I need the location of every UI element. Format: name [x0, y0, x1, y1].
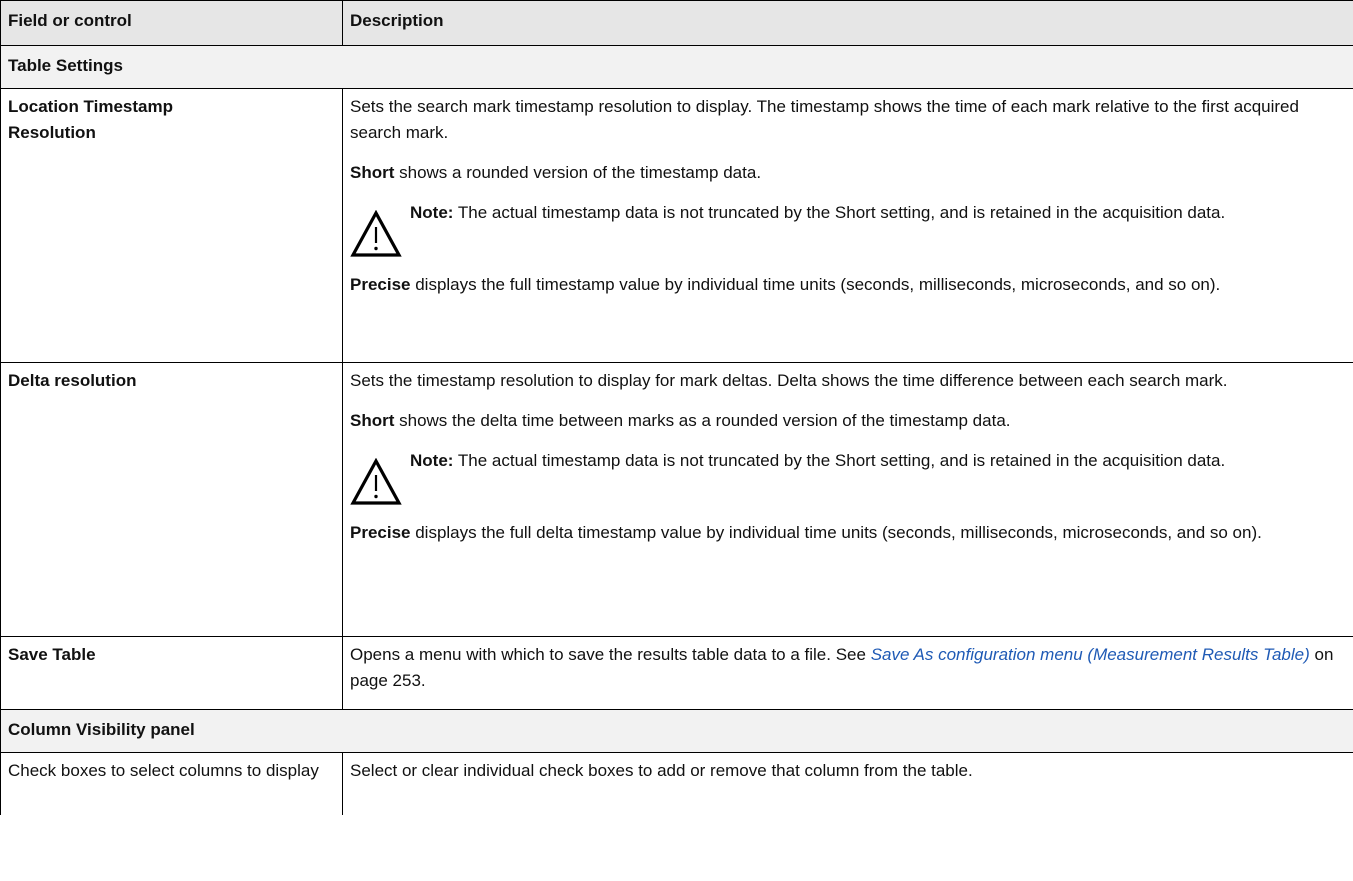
description-location-timestamp: Sets the search mark timestamp resolutio…: [342, 88, 1353, 363]
warning-triangle-icon: [350, 458, 404, 506]
field-delta-resolution: Delta resolution: [0, 362, 343, 637]
short-keyword: Short: [350, 411, 395, 430]
section-row-column-visibility: Column Visibility panel: [0, 709, 1353, 753]
field-location-timestamp-resolution: Location Timestamp Resolution: [0, 88, 343, 363]
table-header-row: Field or control Description: [0, 0, 1353, 46]
short-text: shows the delta time between marks as a …: [394, 411, 1011, 430]
description-paragraph: Sets the search mark timestamp resolutio…: [350, 97, 1299, 142]
precise-paragraph: Precise displays the full timestamp valu…: [350, 272, 1346, 298]
short-paragraph: Short shows the delta time between marks…: [350, 408, 1346, 434]
precise-text: displays the full timestamp value by ind…: [410, 275, 1221, 294]
note-text: Note: The actual timestamp data is not t…: [410, 448, 1346, 474]
precise-text: displays the full delta timestamp value …: [410, 523, 1262, 542]
description-save-table: Opens a menu with which to save the resu…: [342, 636, 1353, 710]
table-row-location-timestamp: Location Timestamp Resolution Sets the s…: [0, 88, 1353, 363]
description-delta-resolution: Sets the timestamp resolution to display…: [342, 362, 1353, 637]
header-description: Description: [342, 0, 1353, 46]
field-label-line1: Location Timestamp: [8, 97, 173, 116]
precise-keyword: Precise: [350, 523, 411, 542]
note-body: The actual timestamp data is not truncat…: [453, 203, 1226, 222]
save-text-before: Opens a menu with which to save the resu…: [350, 645, 871, 664]
short-paragraph: Short shows a rounded version of the tim…: [350, 160, 1346, 186]
description-check-boxes: Select or clear individual check boxes t…: [342, 752, 1353, 815]
section-title-table-settings: Table Settings: [0, 45, 1353, 89]
note-block: Note: The actual timestamp data is not t…: [350, 448, 1346, 506]
note-block: Note: The actual timestamp data is not t…: [350, 200, 1346, 258]
table-row-save-table: Save Table Opens a menu with which to sa…: [0, 636, 1353, 710]
save-as-config-menu-link[interactable]: Save As configuration menu (Measurement …: [871, 645, 1310, 664]
short-keyword: Short: [350, 163, 395, 182]
section-row-table-settings: Table Settings: [0, 45, 1353, 89]
note-label: Note:: [410, 451, 454, 470]
precise-paragraph: Precise displays the full delta timestam…: [350, 520, 1346, 546]
precise-keyword: Precise: [350, 275, 411, 294]
short-text: shows a rounded version of the timestamp…: [394, 163, 762, 182]
header-field-or-control: Field or control: [0, 0, 343, 46]
note-label: Note:: [410, 203, 454, 222]
section-title-column-visibility: Column Visibility panel: [0, 709, 1353, 753]
field-description-table: Field or control Description Table Setti…: [0, 0, 1353, 815]
note-body: The actual timestamp data is not truncat…: [453, 451, 1226, 470]
table-row-delta-resolution: Delta resolution Sets the timestamp reso…: [0, 362, 1353, 637]
note-text: Note: The actual timestamp data is not t…: [410, 200, 1346, 226]
field-label-line2: Resolution: [8, 123, 96, 142]
warning-triangle-icon: [350, 210, 404, 258]
field-check-boxes: Check boxes to select columns to display: [0, 752, 343, 815]
table-row-check-boxes: Check boxes to select columns to display…: [0, 752, 1353, 815]
field-save-table: Save Table: [0, 636, 343, 710]
description-paragraph: Sets the timestamp resolution to display…: [350, 371, 1228, 390]
